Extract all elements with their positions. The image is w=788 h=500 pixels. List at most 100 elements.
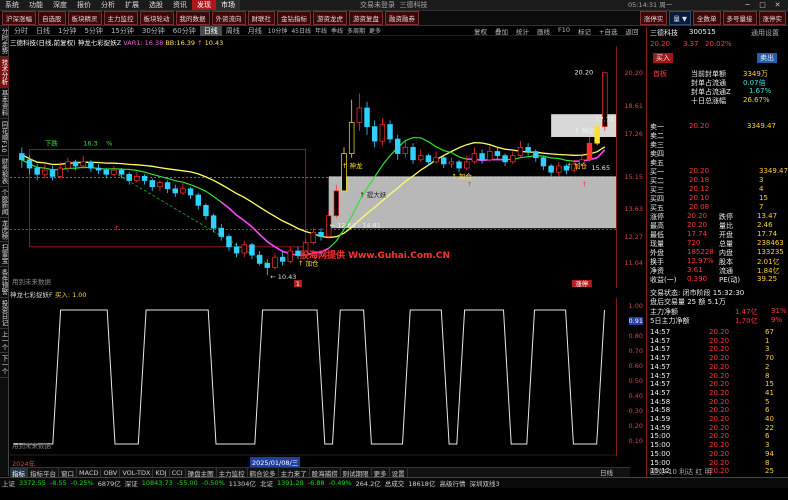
period-12[interactable]: 年线: [313, 26, 329, 35]
period-2[interactable]: 1分钟: [54, 26, 80, 36]
period-4[interactable]: 15分钟: [107, 26, 138, 36]
chart-tool-1[interactable]: 叠加: [491, 26, 512, 36]
tb-sector-elf[interactable]: 板块精灵: [67, 11, 102, 25]
tb-cls[interactable]: 财联社: [247, 11, 275, 25]
sell-button[interactable]: 卖出: [757, 53, 777, 63]
tb-hot-money[interactable]: 游资龙虎: [313, 11, 347, 25]
candle: [379, 118, 386, 146]
chart-tool-3[interactable]: 画线: [533, 26, 554, 36]
tb-main-monitor[interactable]: 主力监控: [103, 11, 138, 25]
label-future-data: 用到未来数据: [12, 277, 52, 286]
period-13[interactable]: 季线: [329, 26, 345, 35]
tb-hot-review[interactable]: 游资复盘: [349, 11, 383, 25]
close-icon[interactable]: ✕: [770, 0, 785, 11]
candle: [264, 259, 271, 276]
period-0[interactable]: 分时: [10, 26, 32, 36]
indicator-tab-14[interactable]: 更多: [372, 467, 390, 478]
buy-button[interactable]: 买入: [653, 53, 673, 63]
period-3[interactable]: 5分钟: [80, 26, 106, 36]
tb-volume-dropdown[interactable]: 量 ▼: [669, 11, 691, 25]
menu-function[interactable]: 功能: [24, 0, 48, 10]
tick-volume: 2: [765, 362, 770, 371]
tb-watchlist[interactable]: 自选股: [38, 11, 66, 25]
chart-tool-0[interactable]: 复权: [470, 26, 491, 36]
menu-quote[interactable]: 报价: [72, 0, 96, 10]
candle: [341, 147, 347, 193]
indicator-tab-0[interactable]: 指标: [10, 467, 28, 478]
indicator-tab-11[interactable]: 主力来了: [279, 467, 310, 478]
tb-my-data[interactable]: 我的数据: [175, 11, 210, 25]
rp-pct: 20.02%: [705, 40, 732, 48]
tb-multi-account[interactable]: 多号量接: [722, 11, 757, 25]
indicator-tab-13[interactable]: 则试期限: [341, 467, 372, 478]
candle: [187, 186, 194, 200]
indicator-tab-1[interactable]: 指标平台: [28, 467, 59, 478]
indicator-tab-10[interactable]: 鹤合论多: [248, 467, 279, 478]
chart-tool-7[interactable]: 返回: [621, 26, 642, 36]
label-down: 下跌: [45, 138, 59, 147]
indicator-tab-6[interactable]: KDJ: [153, 468, 170, 477]
indicator-tab-4[interactable]: OBV: [101, 468, 121, 477]
period-label-bottom[interactable]: 日线: [600, 467, 613, 477]
rp-settings[interactable]: 通用设置: [751, 28, 779, 38]
period-10[interactable]: 10分钟: [266, 26, 290, 35]
sub-indicator-chart[interactable]: 用到未来数据: [10, 298, 616, 456]
left-tab-3[interactable]: 同花顺F10: [0, 119, 9, 156]
indicator-tab-8[interactable]: 操盘主图: [186, 467, 217, 478]
stat-row: 现量 720 总量 238463: [647, 239, 788, 248]
left-tab-2[interactable]: 基本资料: [0, 88, 9, 119]
left-tab-0[interactable]: 分时走势: [0, 26, 9, 57]
left-tab-6[interactable]: 龙虎榜: [0, 218, 9, 243]
menu-depth[interactable]: 深度: [48, 0, 72, 10]
maximize-icon[interactable]: □: [755, 0, 770, 11]
indicator-tab-9[interactable]: 主力监控: [217, 467, 248, 478]
chart-tool-4[interactable]: F10: [554, 26, 574, 36]
chart-tool-5[interactable]: 标记: [574, 26, 595, 36]
tb-hs-rise[interactable]: 沪深涨幅: [2, 11, 36, 25]
indicator-tab-3[interactable]: MACD: [77, 468, 102, 477]
period-7[interactable]: 日线: [199, 25, 222, 36]
period-1[interactable]: 日线: [32, 26, 54, 36]
period-14[interactable]: 多周期: [345, 26, 367, 35]
left-tab-9[interactable]: 投资日记: [0, 298, 9, 329]
indicator-tab-15[interactable]: 设置: [390, 467, 408, 478]
menu-extend[interactable]: 扩展: [120, 0, 144, 10]
indicator-tab-7[interactable]: CCI: [170, 468, 186, 477]
left-tab-10[interactable]: 上一个: [0, 329, 9, 354]
tb-gold-indicator[interactable]: 金钻指标: [277, 11, 311, 25]
tick-row: 14:59 20.20 40: [647, 415, 788, 424]
left-tab-8[interactable]: 条件预警: [0, 267, 9, 298]
minimize-icon[interactable]: ─: [740, 0, 755, 11]
rp-f4-value: 26.67%: [743, 96, 770, 104]
period-8[interactable]: 周线: [222, 26, 244, 36]
period-11[interactable]: 45日线: [289, 26, 313, 35]
stat-value: 39.25: [757, 275, 778, 283]
left-tab-11[interactable]: 下一个: [0, 353, 9, 378]
period-9[interactable]: 月线: [244, 26, 266, 36]
menu-select[interactable]: 选股: [144, 0, 168, 10]
indicator-tab-12[interactable]: 股海捕捞: [310, 467, 341, 478]
left-tab-4[interactable]: 财务报表: [0, 156, 9, 187]
tb-margin[interactable]: 融资融券: [385, 11, 419, 25]
period-15[interactable]: 更多: [367, 26, 383, 35]
indicator-tab-2[interactable]: 窗口: [59, 467, 77, 478]
menu-market[interactable]: 市场: [216, 0, 240, 10]
chart-tool-2[interactable]: 统计: [512, 26, 533, 36]
period-5[interactable]: 30分钟: [138, 26, 169, 36]
tb-limitup-1[interactable]: 涨停实: [639, 11, 668, 25]
indicator-tab-5[interactable]: VOL-TDX: [120, 468, 154, 477]
rp-bottom-tabs[interactable]: 图文F10 利达 红 明: [650, 467, 712, 477]
tb-sector-rotation[interactable]: 板块轮动: [139, 11, 174, 25]
tb-full-order[interactable]: 全数单: [693, 11, 721, 25]
period-6[interactable]: 60分钟: [169, 26, 200, 36]
menu-info[interactable]: 资讯: [168, 0, 192, 10]
left-tab-1[interactable]: 技术分析: [0, 57, 9, 88]
tb-limitup-2[interactable]: 涨停实: [758, 11, 786, 25]
tb-foreign-flow[interactable]: 外资流向: [211, 11, 246, 25]
menu-analysis[interactable]: 分析: [96, 0, 120, 10]
menu-system[interactable]: 系统: [0, 0, 24, 10]
chart-tool-6[interactable]: +自选: [595, 26, 621, 36]
left-tab-5[interactable]: 个股新闻: [0, 187, 9, 218]
left-tab-7[interactable]: 扫雷宝: [0, 242, 9, 267]
menu-discover[interactable]: 发现: [192, 0, 216, 10]
